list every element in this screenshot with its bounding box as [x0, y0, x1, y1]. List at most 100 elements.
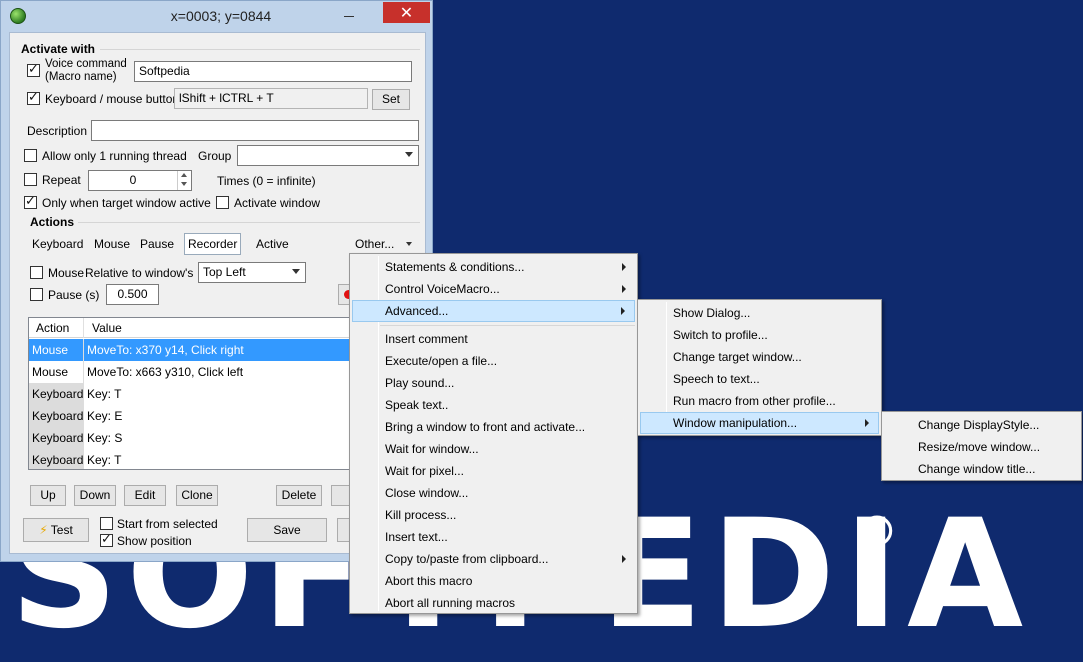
menu-item-bring-window-front[interactable]: Bring a window to front and activate... — [352, 416, 635, 438]
table-row[interactable]: Keyboard Key: T — [29, 449, 352, 469]
other-dropdown[interactable]: Other... — [352, 233, 416, 255]
repeat-note: Times (0 = infinite) — [217, 174, 316, 188]
menu-item-label: Control VoiceMacro... — [385, 282, 500, 296]
hotkey-field[interactable]: lShift + lCTRL + T — [174, 88, 368, 109]
down-button[interactable]: Down — [74, 485, 116, 506]
repeat-checkbox[interactable] — [24, 173, 37, 186]
close-button[interactable]: ✕ — [383, 2, 430, 23]
clone-button[interactable]: Clone — [176, 485, 218, 506]
repeat-value: 0 — [129, 173, 137, 187]
column-header-action[interactable]: Action — [29, 318, 84, 338]
value-cell: Key: T — [87, 453, 122, 467]
edit-button[interactable]: Edit — [124, 485, 166, 506]
menu-item-play-sound[interactable]: Play sound... — [352, 372, 635, 394]
table-row[interactable]: Mouse MoveTo: x370 y14, Click right — [29, 339, 352, 361]
menu-item-wait-window[interactable]: Wait for window... — [352, 438, 635, 460]
menu-item-window-manipulation[interactable]: Window manipulation... — [640, 412, 879, 434]
menu-item-advanced[interactable]: Advanced... — [352, 300, 635, 322]
other-label: Other... — [355, 237, 395, 251]
value-cell: Key: E — [87, 409, 123, 423]
menu-item-speak-text[interactable]: Speak text.. — [352, 394, 635, 416]
delete-button[interactable]: Delete — [276, 485, 322, 506]
table-row[interactable]: Keyboard Key: E — [29, 405, 352, 427]
group-label: Group — [198, 149, 232, 163]
menu-item-control-voicemacro[interactable]: Control VoiceMacro... — [352, 278, 635, 300]
allow-single-thread-checkbox[interactable] — [24, 149, 37, 162]
menu-item-label: Advanced... — [385, 304, 449, 318]
menu-item-clipboard[interactable]: Copy to/paste from clipboard... — [352, 548, 635, 570]
activate-with-heading: Activate with — [21, 42, 96, 56]
submenu-arrow-icon — [622, 555, 626, 563]
description-input[interactable] — [91, 120, 419, 141]
action-cell: Mouse — [29, 339, 84, 361]
activate-window-checkbox[interactable] — [216, 196, 229, 209]
table-row[interactable]: Keyboard Key: S — [29, 427, 352, 449]
registered-mark: ® — [856, 507, 898, 556]
test-button[interactable]: ⚡ Test — [23, 518, 89, 542]
repeat-spinner[interactable]: 0 — [88, 170, 192, 191]
menu-item-speech-to-text[interactable]: Speech to text... — [640, 368, 879, 390]
menu-item-change-displaystyle[interactable]: Change DisplayStyle... — [884, 414, 1079, 436]
pause-checkbox[interactable] — [30, 288, 43, 301]
relative-select[interactable]: Top Left — [198, 262, 306, 283]
repeat-label: Repeat — [42, 173, 81, 187]
lightning-icon: ⚡ — [39, 523, 48, 537]
save-button[interactable]: Save — [247, 518, 327, 542]
table-row[interactable]: Mouse MoveTo: x663 y310, Click left — [29, 361, 352, 383]
menu-item-run-macro-other-profile[interactable]: Run macro from other profile... — [640, 390, 879, 412]
up-button[interactable]: Up — [30, 485, 66, 506]
menu-item-execute-file[interactable]: Execute/open a file... — [352, 350, 635, 372]
only-target-checkbox[interactable] — [24, 194, 37, 209]
voice-command-checkbox[interactable] — [27, 62, 40, 77]
menu-item-kill-process[interactable]: Kill process... — [352, 504, 635, 526]
chevron-down-icon — [292, 269, 300, 274]
submenu-arrow-icon — [865, 419, 869, 427]
menu-item-wait-pixel[interactable]: Wait for pixel... — [352, 460, 635, 482]
pause-input[interactable]: 0.500 — [106, 284, 159, 305]
menu-item-change-target-window[interactable]: Change target window... — [640, 346, 879, 368]
keyboard-mouse-checkbox[interactable] — [27, 90, 40, 105]
value-cell: MoveTo: x663 y310, Click left — [87, 365, 244, 379]
menu-item-abort-macro[interactable]: Abort this macro — [352, 570, 635, 592]
app-icon — [10, 8, 26, 24]
hidden-button[interactable] — [331, 485, 351, 506]
mouse-checkbox[interactable] — [30, 266, 43, 279]
submenu-arrow-icon — [622, 263, 626, 271]
menu-item-close-window[interactable]: Close window... — [352, 482, 635, 504]
menu-item-statements[interactable]: Statements & conditions... — [352, 256, 635, 278]
group-select[interactable] — [237, 145, 419, 166]
column-header-value[interactable]: Value — [85, 318, 352, 338]
actions-table: Action Value Mouse MoveTo: x370 y14, Cli… — [28, 317, 353, 470]
tab-active[interactable]: Active — [253, 233, 292, 255]
title-bar[interactable]: x=0003; y=0844 ✕ — [1, 1, 432, 31]
show-position-checkbox[interactable] — [100, 532, 113, 547]
menu-item-resize-move-window[interactable]: Resize/move window... — [884, 436, 1079, 458]
start-from-selected-checkbox[interactable] — [100, 517, 113, 530]
tab-recorder[interactable]: Recorder — [184, 233, 242, 255]
menu-item-abort-all[interactable]: Abort all running macros — [352, 592, 635, 614]
chevron-down-icon — [406, 242, 412, 246]
divider — [100, 49, 420, 50]
menu-item-insert-text[interactable]: Insert text... — [352, 526, 635, 548]
tab-pause[interactable]: Pause — [137, 233, 177, 255]
spinner-arrows-icon[interactable] — [177, 171, 191, 190]
menu-item-show-dialog[interactable]: Show Dialog... — [640, 302, 879, 324]
action-cell: Keyboard — [29, 427, 84, 449]
window-title: x=0003; y=0844 — [170, 8, 272, 24]
set-button[interactable]: Set — [372, 89, 410, 110]
menu-separator — [380, 325, 635, 326]
tab-mouse[interactable]: Mouse — [91, 233, 133, 255]
voice-command-input[interactable]: Softpedia — [134, 61, 412, 82]
relative-label: Relative to window's — [85, 266, 194, 280]
menu-item-switch-profile[interactable]: Switch to profile... — [640, 324, 879, 346]
menu-item-change-window-title[interactable]: Change window title... — [884, 458, 1079, 480]
action-cell: Keyboard — [29, 383, 84, 405]
divider — [78, 222, 420, 223]
show-position-label: Show position — [117, 534, 192, 548]
tab-keyboard[interactable]: Keyboard — [29, 233, 86, 255]
relative-value: Top Left — [203, 265, 246, 279]
menu-item-label: Statements & conditions... — [385, 260, 525, 274]
table-row[interactable]: Keyboard Key: T — [29, 383, 352, 405]
minimize-button[interactable] — [336, 5, 362, 25]
menu-item-insert-comment[interactable]: Insert comment — [352, 328, 635, 350]
